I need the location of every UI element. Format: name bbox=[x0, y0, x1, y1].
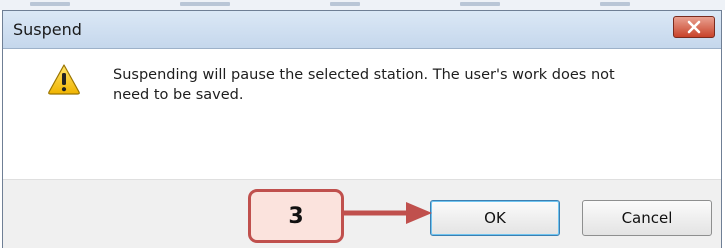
arrow-icon bbox=[344, 202, 432, 224]
dialog-message-line: need to be saved. bbox=[113, 87, 244, 103]
background-fragment bbox=[180, 2, 230, 6]
dialog-message: Suspending will pause the selected stati… bbox=[113, 65, 693, 105]
dialog-titlebar[interactable]: Suspend bbox=[3, 11, 721, 49]
background-fragment bbox=[30, 2, 70, 6]
background-fragment bbox=[330, 2, 360, 6]
ok-button[interactable]: OK bbox=[430, 200, 560, 236]
background-fragment bbox=[460, 2, 500, 6]
warning-icon bbox=[48, 64, 80, 95]
close-icon bbox=[687, 20, 701, 34]
dialog-title: Suspend bbox=[13, 20, 82, 39]
background-window-strip bbox=[0, 0, 725, 10]
cancel-button[interactable]: Cancel bbox=[582, 200, 712, 236]
close-button[interactable] bbox=[673, 16, 715, 38]
background-fragment bbox=[600, 2, 630, 6]
step-callout: 3 bbox=[248, 189, 344, 243]
dialog-message-line: Suspending will pause the selected stati… bbox=[113, 67, 615, 83]
